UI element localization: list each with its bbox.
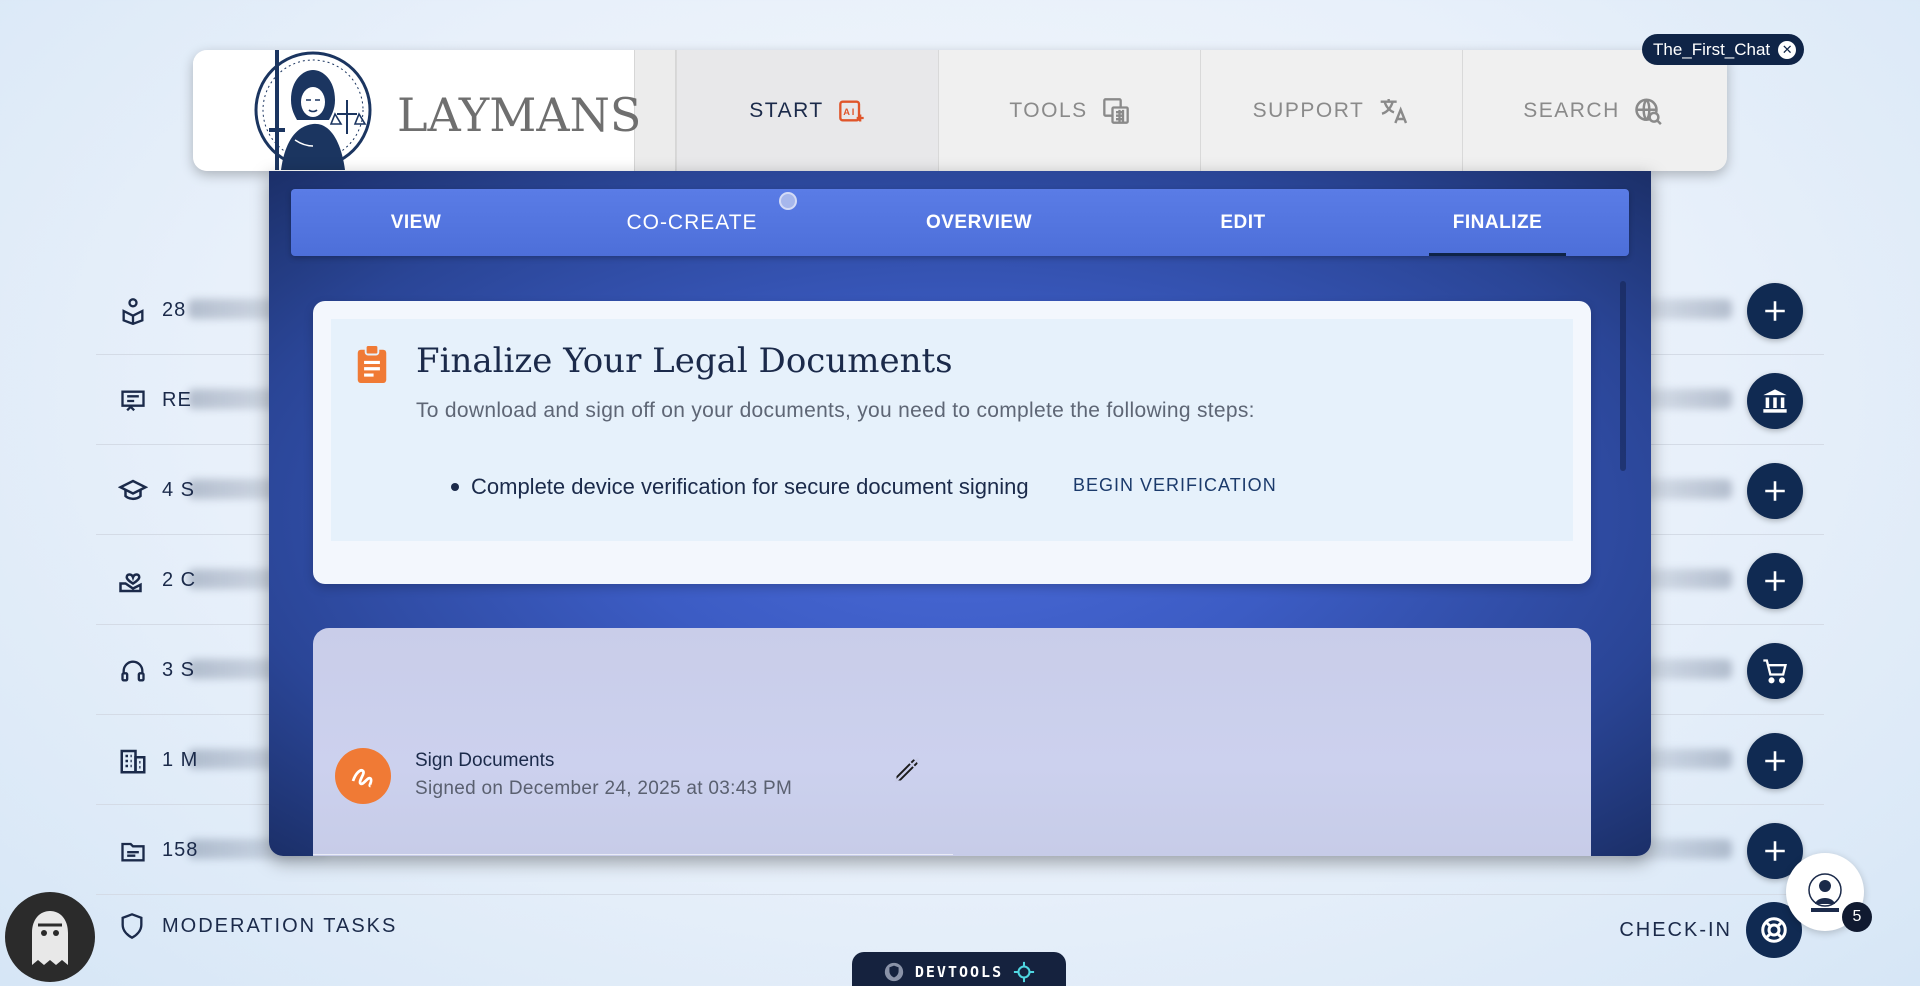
devtools-toggle[interactable]: DEVTOOLS (852, 952, 1066, 986)
finalize-subtitle: To download and sign off on your documen… (416, 399, 1255, 422)
user-avatar[interactable] (5, 892, 95, 982)
sign-documents-title: Sign Documents (415, 750, 555, 771)
divider (313, 854, 953, 855)
add-button[interactable] (1747, 283, 1803, 339)
lady-justice-logo-icon (1808, 873, 1842, 912)
shield-logo-icon (884, 962, 904, 982)
tab-search-label: SEARCH (1523, 98, 1620, 122)
tab-tools-label: TOOLS (1009, 98, 1088, 122)
bullet-point (451, 483, 459, 491)
clipboard-icon (357, 344, 387, 383)
cart-icon (1763, 659, 1787, 684)
folder-icon (118, 836, 148, 866)
finalize-card: Finalize Your Legal Documents To downloa… (313, 301, 1591, 584)
plus-icon (1765, 301, 1785, 321)
signature-icon (335, 748, 391, 804)
headset-icon (118, 656, 148, 686)
tab-search[interactable]: SEARCH (1462, 50, 1724, 171)
calculator-icon (1102, 97, 1129, 124)
ai-sparkle-icon: AI (838, 100, 864, 121)
user-package-icon (118, 296, 148, 326)
plus-icon (1765, 751, 1785, 771)
top-navigation: LAYMANS START AI TOOLS SUPPORT SEARCH (193, 50, 1727, 171)
shield-icon (121, 913, 143, 939)
graduation-cap-icon (118, 476, 148, 506)
panel-scrollbar[interactable] (1619, 271, 1627, 841)
workflow-tabs: VIEW CO-CREATE OVERVIEW EDIT FINALIZE (291, 189, 1629, 256)
document-workspace-panel: VIEW CO-CREATE OVERVIEW EDIT FINALIZE Fi… (269, 171, 1651, 856)
plus-icon (1765, 481, 1785, 501)
tab-support-label: SUPPORT (1252, 98, 1365, 122)
tab-finalize[interactable]: FINALIZE (1429, 189, 1566, 256)
drag-handle[interactable] (779, 192, 797, 210)
add-button[interactable] (1747, 553, 1803, 609)
building-icon (118, 746, 148, 776)
search-globe-icon (1635, 98, 1662, 125)
moderation-tasks-label: MODERATION TASKS (162, 914, 398, 937)
brand-logo[interactable]: LAYMANS (193, 50, 641, 171)
check-in-label: CHECK-IN (1619, 918, 1732, 941)
begin-verification-button[interactable]: BEGIN VERIFICATION (1073, 475, 1277, 496)
close-icon[interactable]: ✕ (1778, 40, 1797, 59)
signed-date: Signed on December 24, 2025 at 03:43 PM (415, 778, 793, 799)
bank-button[interactable] (1747, 373, 1803, 429)
tab-start[interactable]: START AI (676, 50, 938, 171)
add-button[interactable] (1747, 463, 1803, 519)
finalize-steps-box: Finalize Your Legal Documents To downloa… (331, 319, 1573, 541)
moderation-tasks-link[interactable]: MODERATION TASKS (118, 912, 397, 940)
check-in-control[interactable]: CHECK-IN (1619, 902, 1802, 958)
plus-icon (1765, 571, 1785, 591)
step-item: Complete device verification for secure … (451, 474, 1029, 500)
chat-session-label: The_First_Chat (1653, 39, 1771, 59)
devtools-label: DEVTOOLS (914, 963, 1004, 981)
brand-name: LAYMANS (397, 88, 642, 142)
tab-support[interactable]: SUPPORT (1200, 50, 1462, 171)
chat-session-tab[interactable]: The_First_Chat ✕ (1642, 34, 1805, 65)
notification-count-badge: 5 (1842, 902, 1872, 932)
edit-signature-icon[interactable] (893, 756, 921, 789)
tab-tools[interactable]: TOOLS (938, 50, 1200, 171)
crosshair-icon (1014, 961, 1035, 983)
tab-co-create[interactable]: CO-CREATE (541, 189, 843, 256)
lady-justice-icon (254, 50, 372, 170)
lifebuoy-icon (1761, 917, 1787, 943)
cart-button[interactable] (1747, 643, 1803, 699)
translate-icon (1380, 98, 1408, 123)
hand-heart-icon (118, 566, 148, 596)
finalize-title: Finalize Your Legal Documents (416, 341, 953, 381)
scrollbar-thumb[interactable] (1620, 281, 1626, 471)
bank-icon (1763, 389, 1787, 413)
add-button[interactable] (1747, 733, 1803, 789)
ghost-icon (32, 911, 68, 965)
certificate-icon (118, 386, 148, 416)
tab-view[interactable]: VIEW (291, 189, 541, 256)
tab-edit[interactable]: EDIT (1115, 189, 1371, 256)
plus-icon (1765, 841, 1785, 861)
step-text: Complete device verification for secure … (471, 474, 1029, 499)
tab-start-label: START (749, 98, 824, 122)
svg-text:AI: AI (843, 107, 856, 117)
sign-documents-card: Sign Documents Signed on December 24, 20… (313, 628, 1591, 856)
tab-overview[interactable]: OVERVIEW (843, 189, 1115, 256)
